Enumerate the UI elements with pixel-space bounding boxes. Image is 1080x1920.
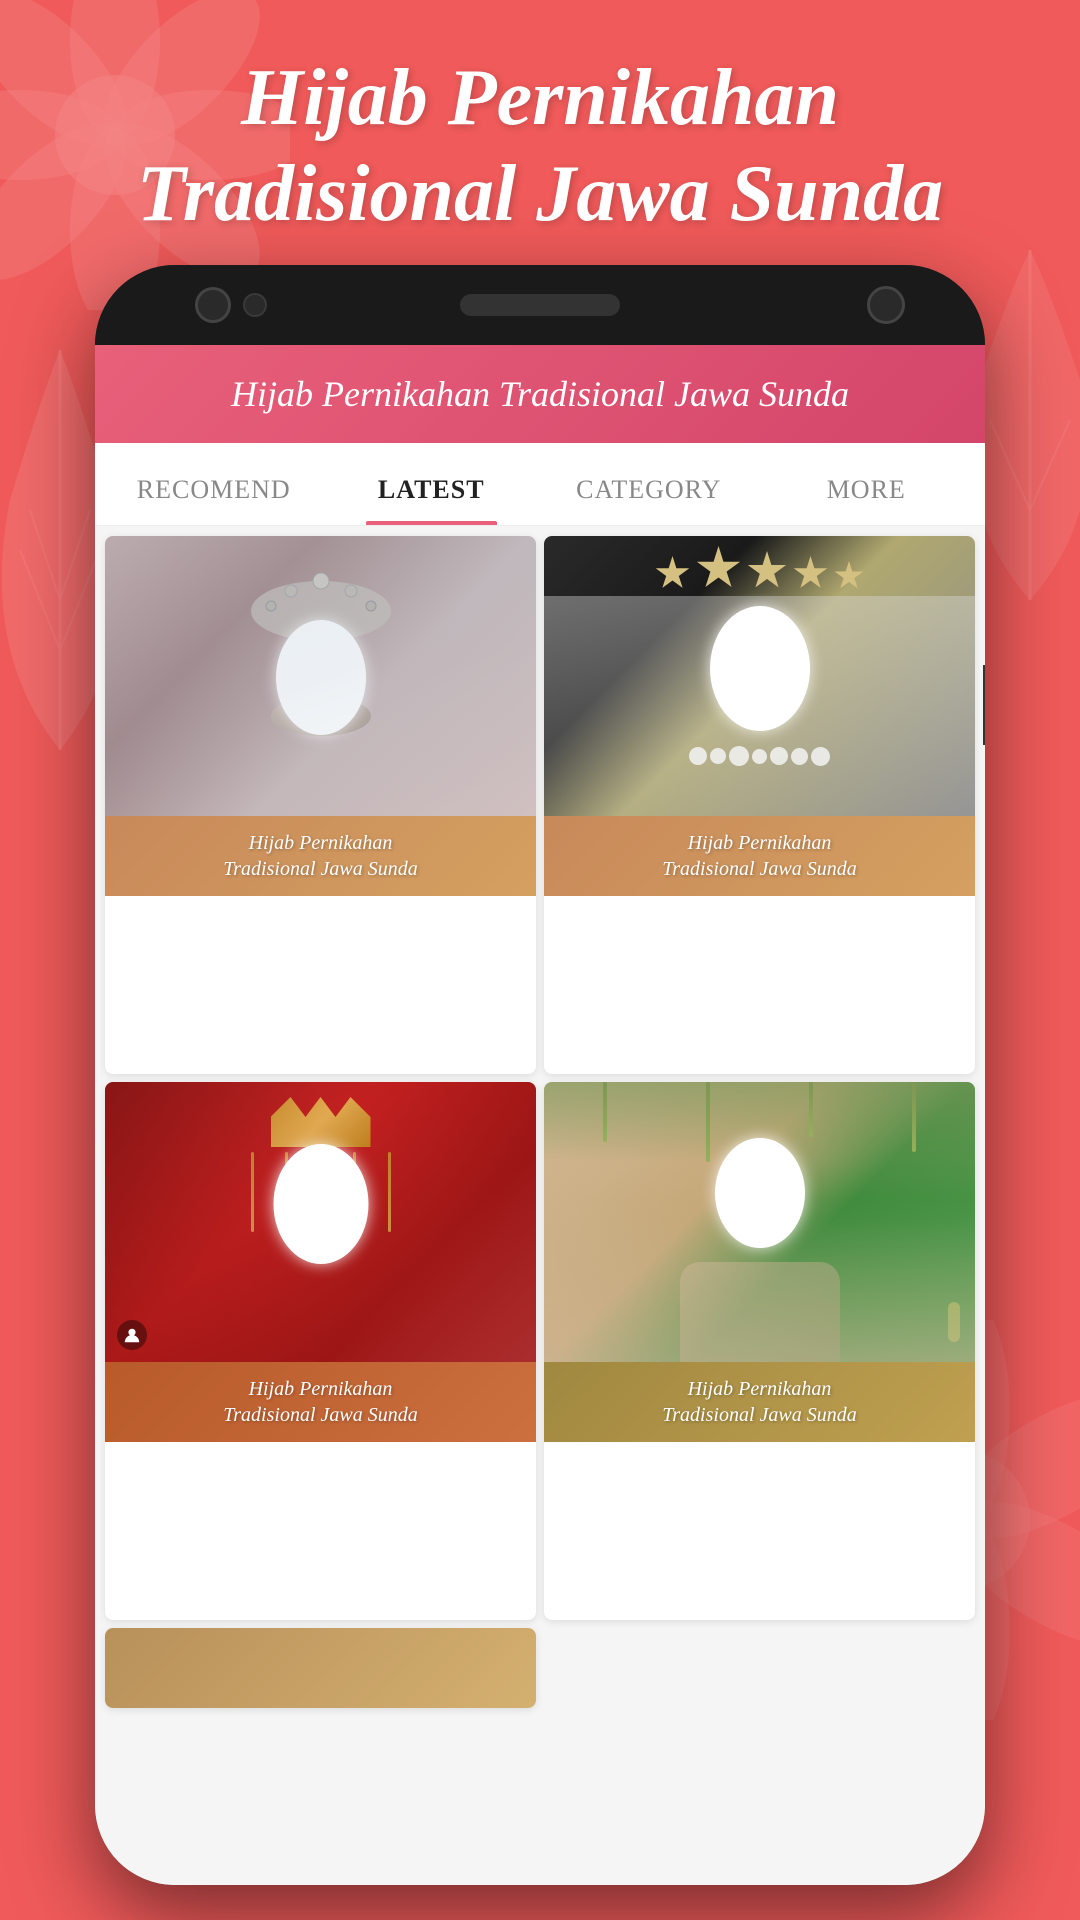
flower-star-2 [696,546,741,591]
front-camera-icon [195,287,231,323]
phone-side-button [983,665,985,745]
card-2-bg [544,536,975,816]
card-4-face-cutout [715,1138,805,1248]
selfie-camera-icon [867,286,905,324]
phone-frame: Hijab Pernikahan Tradisional Jawa Sunda … [95,265,985,1885]
card-5[interactable] [105,1628,536,1708]
sensor-icon [243,293,267,317]
card-1-bg [105,536,536,816]
card-2-face-cutout [710,606,810,731]
card-3-bg [105,1082,536,1362]
flower-star-4 [793,556,828,591]
card-2[interactable]: Hijab PernikahanTradisional Jawa Sunda [544,536,975,1074]
card-3[interactable]: Hijab PernikahanTradisional Jawa Sunda [105,1082,536,1620]
user-avatar-icon [117,1320,147,1350]
card-1-label-text: Hijab PernikahanTradisional Jawa Sunda [115,830,526,882]
card-4-image [544,1082,975,1362]
cards-grid: Hijab PernikahanTradisional Jawa Sunda [95,526,985,1885]
card-2-label-text: Hijab PernikahanTradisional Jawa Sunda [554,830,965,882]
card-5-bg [105,1628,536,1708]
flower-star-3 [747,551,787,591]
card-3-image [105,1082,536,1362]
tab-latest[interactable]: LATEST [323,443,541,525]
phone-top-bar [95,265,985,345]
card-3-face-cutout [273,1144,368,1264]
tab-more[interactable]: MORE [758,443,976,525]
app-header: Hijab Pernikahan Tradisional Jawa Sunda [95,345,985,443]
card-3-label-text: Hijab PernikahanTradisional Jawa Sunda [115,1376,526,1428]
card-4[interactable]: Hijab PernikahanTradisional Jawa Sunda [544,1082,975,1620]
app-header-title: Hijab Pernikahan Tradisional Jawa Sunda [125,373,955,415]
card-4-label: Hijab PernikahanTradisional Jawa Sunda [544,1362,975,1442]
card-1-image [105,536,536,816]
card-5-image [105,1628,536,1708]
flower-star-1 [655,556,690,591]
card-4-label-text: Hijab PernikahanTradisional Jawa Sunda [554,1376,965,1428]
tab-category[interactable]: CATEGORY [540,443,758,525]
seated-figure [680,1262,840,1362]
phone-speaker [460,294,620,316]
card-2-image [544,536,975,816]
card-1-face-cutout [276,620,366,735]
card-4-bg [544,1082,975,1362]
tabs-bar: RECOMEND LATEST CATEGORY MORE [95,443,985,526]
tab-recomend[interactable]: RECOMEND [105,443,323,525]
card-1[interactable]: Hijab PernikahanTradisional Jawa Sunda [105,536,536,1074]
flower-star-5 [834,561,864,591]
phone-screen: Hijab Pernikahan Tradisional Jawa Sunda … [95,345,985,1885]
card-2-label: Hijab PernikahanTradisional Jawa Sunda [544,816,975,896]
hero-title: Hijab Pernikahan Tradisional Jawa Sunda [0,50,1080,242]
card-1-label: Hijab PernikahanTradisional Jawa Sunda [105,816,536,896]
card-3-label: Hijab PernikahanTradisional Jawa Sunda [105,1362,536,1442]
